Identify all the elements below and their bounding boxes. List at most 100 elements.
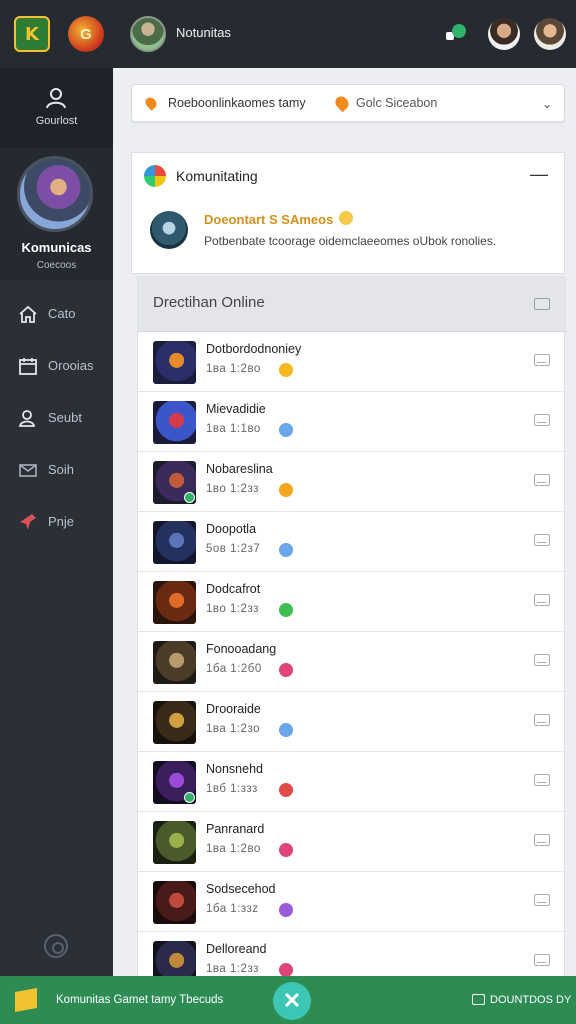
friend-avatar[interactable]	[153, 761, 196, 804]
sidebar-item-label: Soih	[48, 462, 75, 477]
sidebar-item-mail[interactable]: Soih	[0, 450, 113, 490]
sidebar-item-label: Orooias	[48, 358, 94, 373]
friend-row[interactable]: Dotbordodnoniey 1ва 1:2во	[138, 332, 566, 392]
friend-avatar[interactable]	[153, 701, 196, 744]
download-icon[interactable]	[472, 994, 485, 1005]
status-dot-icon	[279, 543, 293, 557]
friend-row[interactable]: Mievadidie 1ва 1:1во	[138, 392, 566, 452]
status-dot-icon	[279, 363, 293, 377]
friend-name: Doopotla	[206, 522, 257, 536]
message-icon[interactable]	[534, 954, 550, 966]
friend-name: Dotbordodnoniey	[206, 342, 302, 356]
friend-avatar-1[interactable]	[488, 18, 520, 50]
message-icon[interactable]	[534, 474, 550, 486]
chevron-down-icon[interactable]: ⌄	[542, 97, 552, 111]
online-badge-icon	[184, 792, 195, 803]
status-dot-icon	[279, 483, 293, 497]
friend-name: Nonsnehd	[206, 762, 263, 776]
online-friends-list: Drectihan Online Dotbordodnoniey 1ва 1:2в…	[137, 276, 566, 992]
friend-row[interactable]: Panranard 1ва 1:2во	[138, 812, 566, 872]
message-icon[interactable]	[534, 354, 550, 366]
sidebar-item-home[interactable]: Cato	[0, 294, 113, 334]
profile-avatar[interactable]	[130, 16, 166, 52]
status-dot-icon	[279, 603, 293, 617]
friend-row[interactable]: Nonsnehd 1вб 1:ззз	[138, 752, 566, 812]
friend-avatar[interactable]	[153, 341, 196, 384]
friend-avatar[interactable]	[153, 821, 196, 864]
friend-name: Panranard	[206, 822, 265, 836]
game-logo-icon[interactable]: G	[68, 16, 104, 52]
friend-time: 1ва 1:1во	[206, 423, 261, 435]
status-dot-icon	[279, 723, 293, 737]
friend-time: 1вб 1:ззз	[206, 783, 258, 795]
friend-avatar[interactable]	[153, 641, 196, 684]
message-icon[interactable]	[534, 774, 550, 786]
community-card-title: Komunitating	[176, 168, 258, 184]
friend-row[interactable]: Sodsecehod 1ба 1:ззz	[138, 872, 566, 932]
settings-circle-icon[interactable]	[44, 934, 68, 958]
message-icon[interactable]	[534, 594, 550, 606]
message-icon[interactable]	[534, 714, 550, 726]
status-dot-icon	[279, 423, 293, 437]
friend-row[interactable]: Fonooadang 1ба 1:2б0	[138, 632, 566, 692]
message-icon[interactable]	[534, 654, 550, 666]
friend-row[interactable]: Drooraide 1ва 1:2зо	[138, 692, 566, 752]
online-list-header: Drectihan Online	[138, 276, 566, 332]
community-post-headline: Doeontart S SAmeos	[204, 212, 334, 227]
calendar-icon	[19, 358, 37, 375]
location-pin-icon	[332, 93, 352, 113]
user-icon	[46, 88, 66, 109]
friend-row[interactable]: Dodcafrot 1во 1:2зз	[138, 572, 566, 632]
sidebar-item-label: Pnje	[48, 514, 75, 529]
status-dot-icon	[279, 663, 293, 677]
online-list-title: Drectihan Online	[153, 294, 265, 311]
sidebar-item-calendar[interactable]: Orooias	[0, 346, 113, 386]
app-logo-icon[interactable]: K	[14, 16, 50, 52]
message-icon[interactable]	[534, 834, 550, 846]
message-all-icon[interactable]	[534, 298, 550, 310]
game-logo-text: G	[80, 25, 92, 43]
pin-icon	[20, 514, 36, 530]
sidebar-item-search[interactable]: Seubt	[0, 398, 113, 438]
sidebar-profile-name: Komunicas	[21, 240, 92, 255]
bottom-banner: Komunitas Gamet tamy Tbecuds ✕ DOUNTDOS …	[0, 976, 576, 1024]
message-icon[interactable]	[534, 414, 550, 426]
home-icon	[19, 305, 37, 323]
sidebar-item-pin[interactable]: Pnje	[0, 502, 113, 542]
sidebar-account-button[interactable]: Gourlost	[0, 68, 113, 148]
community-post-avatar[interactable]	[150, 211, 188, 249]
banner-logo-icon	[15, 988, 37, 1012]
friend-avatar[interactable]	[153, 521, 196, 564]
friend-name: Dodcafrot	[206, 582, 261, 596]
friend-avatar[interactable]	[153, 581, 196, 624]
friend-time: 1ва 1:2зз	[206, 963, 259, 975]
banner-action-text[interactable]: DOUNTDOS DY	[490, 994, 571, 1006]
friend-avatar[interactable]	[153, 461, 196, 504]
collapse-button[interactable]: —	[530, 164, 548, 185]
friend-time: 1во 1:2зз	[206, 483, 259, 495]
status-dot-icon	[279, 843, 293, 857]
sidebar-profile[interactable]: Komunicas Coecoos	[0, 148, 113, 280]
friend-name: Sodsecehod	[206, 882, 276, 896]
community-card: Komunitating — Doeontart S SAmeos Potben…	[131, 152, 565, 274]
friend-time: 1ва 1:2зо	[206, 723, 260, 735]
friend-time: 1ба 1:ззz	[206, 903, 259, 915]
friend-name: Fonooadang	[206, 642, 277, 656]
community-logo-icon	[144, 165, 166, 187]
message-icon[interactable]	[534, 894, 550, 906]
friend-avatar[interactable]	[153, 401, 196, 444]
friend-avatar[interactable]	[153, 881, 196, 924]
friend-name: Nobareslina	[206, 462, 273, 476]
friend-row[interactable]: Doopotla 5ов 1:2з7	[138, 512, 566, 572]
banner-close-button[interactable]: ✕	[273, 982, 311, 1020]
friend-avatar-2[interactable]	[534, 18, 566, 50]
status-dot-icon	[279, 963, 293, 977]
location-dropdown[interactable]: Roeboonlinkaomes tamy Golc Siceabon ⌄	[131, 84, 565, 122]
chat-notification-icon[interactable]	[446, 24, 466, 42]
online-badge-icon	[184, 492, 195, 503]
message-icon[interactable]	[534, 534, 550, 546]
sidebar: Gourlost Komunicas Coecoos Cato Orooias …	[0, 68, 113, 976]
location-pin-icon	[143, 95, 159, 111]
status-dot-icon	[279, 903, 293, 917]
friend-row[interactable]: Nobareslina 1во 1:2зз	[138, 452, 566, 512]
